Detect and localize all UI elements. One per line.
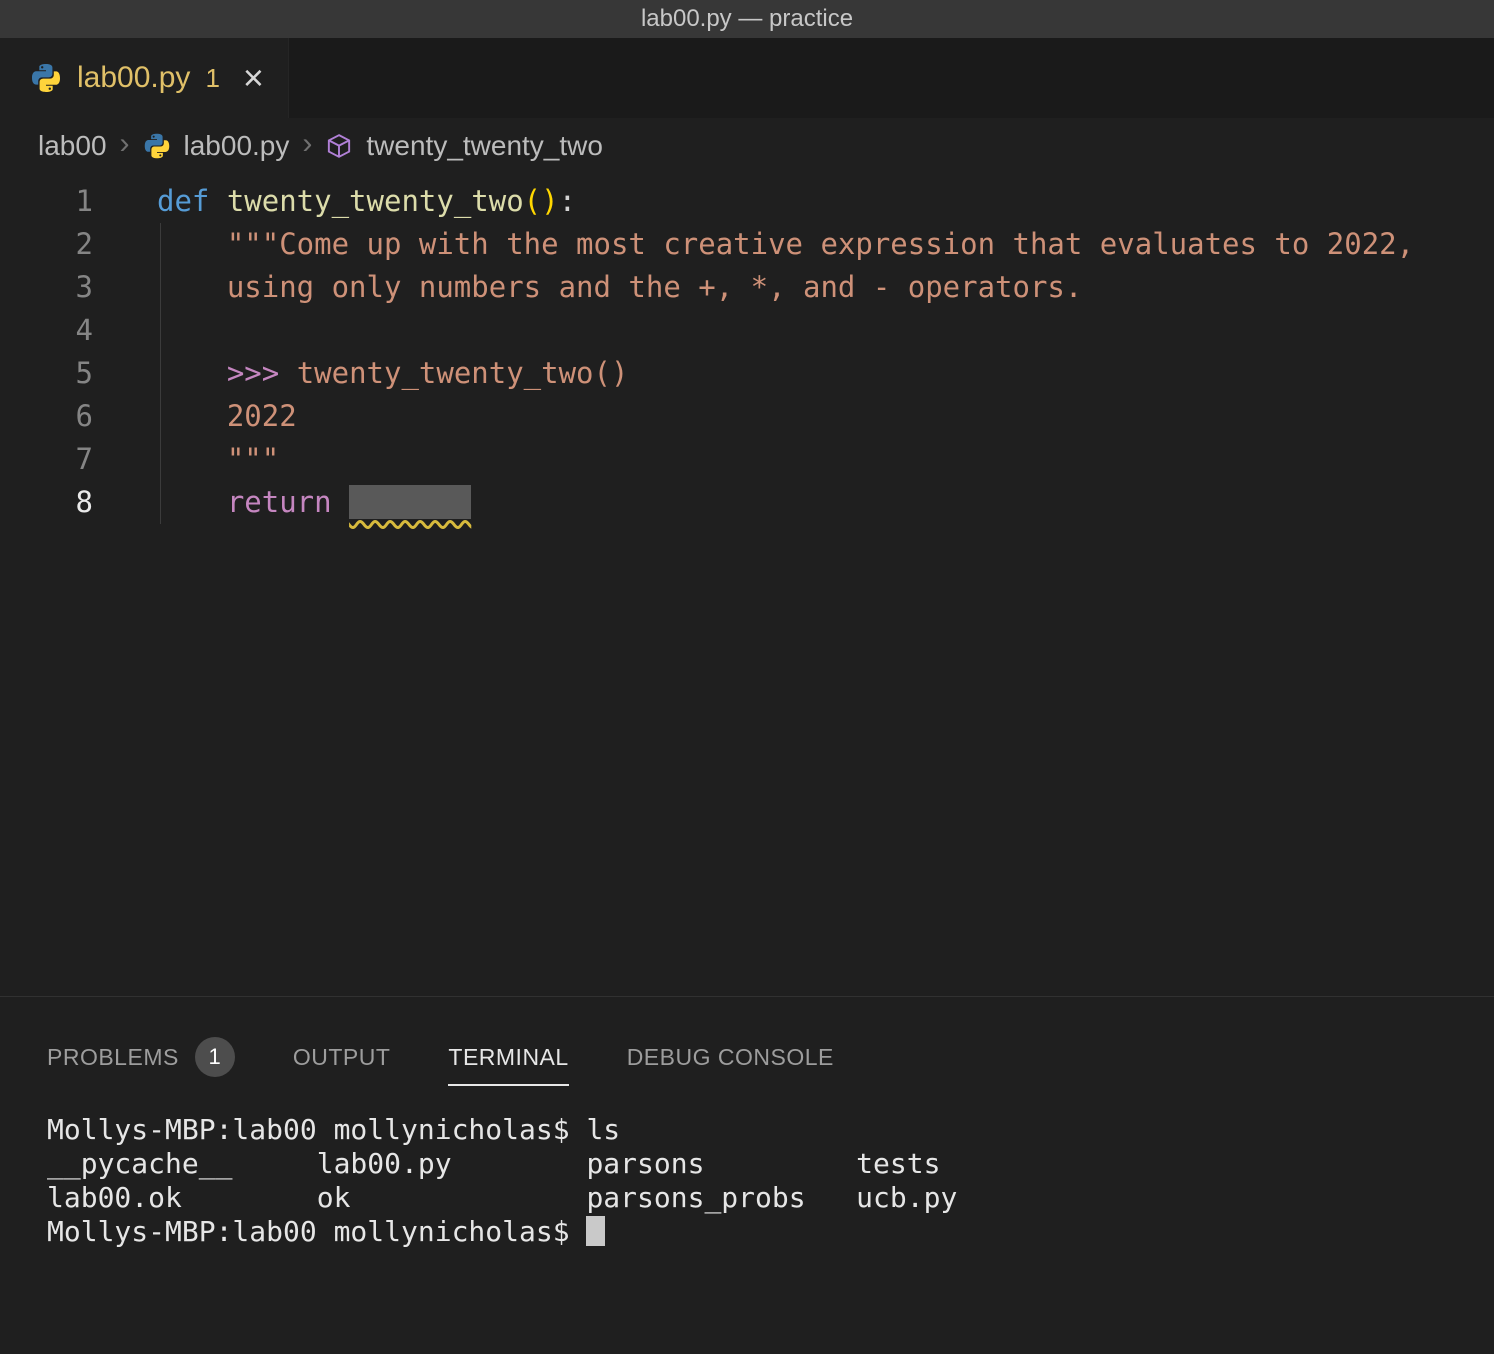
tab-terminal-label: TERMINAL <box>448 1044 568 1086</box>
tab-debug-console[interactable]: DEBUG CONSOLE <box>627 1044 834 1071</box>
code-line-content: 2022 <box>93 395 297 438</box>
line-number: 7 <box>0 438 93 481</box>
code-token: twenty_twenty_two <box>227 184 524 218</box>
code-token: : <box>559 184 576 218</box>
panel-tab-bar: PROBLEMS 1 OUTPUT TERMINAL DEBUG CONSOLE <box>0 997 1494 1091</box>
code-token: using only numbers and the +, *, and - o… <box>157 270 1082 304</box>
code-token: def <box>157 184 227 218</box>
line-number: 4 <box>0 309 93 352</box>
tab-problems-label: PROBLEMS <box>47 1044 179 1071</box>
tab-problems-badge: 1 <box>205 63 219 94</box>
window-titlebar: lab00.py — practice <box>0 0 1494 38</box>
code-line: 2 """Come up with the most creative expr… <box>0 223 1494 266</box>
line-number: 8 <box>0 481 93 524</box>
code-line: 5 >>> twenty_twenty_two() <box>0 352 1494 395</box>
line-number: 6 <box>0 395 93 438</box>
close-icon[interactable]: × <box>243 60 264 96</box>
code-line-content <box>93 309 157 352</box>
code-token: return <box>227 485 349 519</box>
problems-count-badge: 1 <box>195 1037 235 1077</box>
python-file-icon <box>143 132 171 160</box>
line-number: 2 <box>0 223 93 266</box>
chevron-right-icon: › <box>120 127 130 161</box>
code-token <box>157 485 227 519</box>
terminal-line: lab00.ok ok parsons_probs ucb.py <box>47 1181 1494 1215</box>
code-line: 7 """ <box>0 438 1494 481</box>
code-line-content: >>> twenty_twenty_two() <box>93 352 628 395</box>
window-title: lab00.py — practice <box>641 5 853 33</box>
code-line-content: """Come up with the most creative expres… <box>93 223 1414 266</box>
editor-tab-bar: lab00.py 1 × <box>0 38 1494 118</box>
code-line-content: using only numbers and the +, *, and - o… <box>93 266 1082 309</box>
tab-filename: lab00.py <box>77 61 190 95</box>
breadcrumb-folder[interactable]: lab00 <box>38 130 107 162</box>
tab-output[interactable]: OUTPUT <box>293 1044 391 1071</box>
code-line-content: return <box>93 481 471 524</box>
tab-output-label: OUTPUT <box>293 1044 391 1071</box>
bottom-panel: PROBLEMS 1 OUTPUT TERMINAL DEBUG CONSOLE… <box>0 996 1494 1354</box>
line-number: 1 <box>0 180 93 223</box>
terminal-output[interactable]: Mollys-MBP:lab00 mollynicholas$ ls__pyca… <box>0 1091 1494 1249</box>
breadcrumb-symbol[interactable]: twenty_twenty_two <box>366 130 603 162</box>
tab-lab00py[interactable]: lab00.py 1 × <box>0 38 289 118</box>
code-token <box>157 356 227 390</box>
symbol-cube-icon <box>325 132 353 160</box>
code-lines: 1def twenty_twenty_two():2 """Come up wi… <box>0 180 1494 524</box>
code-line: 4 <box>0 309 1494 352</box>
terminal-lines: Mollys-MBP:lab00 mollynicholas$ ls__pyca… <box>47 1113 1494 1249</box>
code-line-content: """ <box>93 438 279 481</box>
code-line: 8 return <box>0 481 1494 524</box>
terminal-line: Mollys-MBP:lab00 mollynicholas$ ls <box>47 1113 1494 1147</box>
code-token: 2022 <box>157 399 297 433</box>
code-token: () <box>524 184 559 218</box>
code-editor[interactable]: 1def twenty_twenty_two():2 """Come up wi… <box>0 174 1494 996</box>
warning-squiggle-placeholder <box>349 485 471 519</box>
tab-terminal[interactable]: TERMINAL <box>448 1044 568 1071</box>
tab-debug-console-label: DEBUG CONSOLE <box>627 1044 834 1071</box>
code-line-content: def twenty_twenty_two(): <box>93 180 576 223</box>
terminal-cursor <box>586 1216 605 1246</box>
line-number: 5 <box>0 352 93 395</box>
code-token: """ <box>157 442 279 476</box>
line-number: 3 <box>0 266 93 309</box>
code-line: 1def twenty_twenty_two(): <box>0 180 1494 223</box>
indent-guide <box>160 223 161 524</box>
breadcrumb: lab00 › lab00.py › twenty_twenty_two <box>0 118 1494 174</box>
code-line: 6 2022 <box>0 395 1494 438</box>
breadcrumb-file[interactable]: lab00.py <box>184 130 290 162</box>
terminal-line: Mollys-MBP:lab00 mollynicholas$ <box>47 1215 1494 1249</box>
code-token: """Come up with the most creative expres… <box>157 227 1414 261</box>
terminal-line: __pycache__ lab00.py parsons tests <box>47 1147 1494 1181</box>
python-file-icon <box>30 62 62 94</box>
code-line: 3 using only numbers and the +, *, and -… <box>0 266 1494 309</box>
code-token: >>> <box>227 356 297 390</box>
tab-problems[interactable]: PROBLEMS 1 <box>47 1037 235 1077</box>
code-token: twenty_twenty_two() <box>297 356 629 390</box>
chevron-right-icon: › <box>302 127 312 161</box>
